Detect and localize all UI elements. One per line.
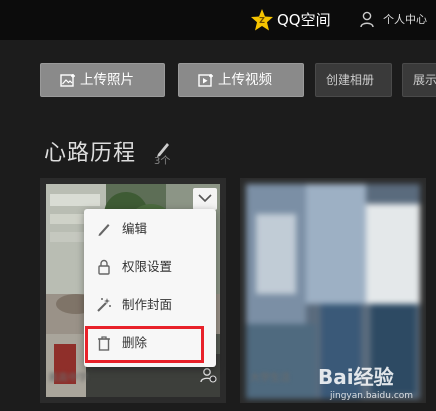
- show-label: 展示: [413, 73, 436, 87]
- menu-item-label: 权限设置: [122, 259, 173, 274]
- create-album-button[interactable]: 创建相册: [315, 63, 392, 97]
- upload-photo-button[interactable]: 上传照片: [40, 63, 165, 97]
- lock-icon: [98, 259, 110, 275]
- watermark-brand: Bai经验: [318, 365, 394, 389]
- privacy-user-icon: [200, 368, 217, 383]
- album-name: 大学生活: [250, 373, 290, 384]
- upload-video-button[interactable]: 上传视频: [178, 63, 304, 97]
- photo-upload-icon: [60, 74, 75, 87]
- menu-item-permissions[interactable]: 权限设置: [84, 249, 216, 285]
- menu-item-edit[interactable]: 编辑: [84, 211, 216, 247]
- video-upload-icon: [198, 74, 213, 87]
- qzone-star-icon[interactable]: Z: [250, 8, 274, 32]
- watermark-url: jingyan.baidu.com: [330, 391, 414, 401]
- delete-highlight-box: [85, 326, 204, 363]
- pencil-icon: [98, 224, 110, 236]
- chevron-down-icon: [198, 194, 212, 203]
- menu-item-label: 制作封面: [122, 297, 173, 312]
- app-title[interactable]: QQ空间: [277, 10, 331, 30]
- create-album-label: 创建相册: [326, 73, 375, 87]
- album-name: 素高中学: [48, 373, 88, 384]
- svg-text:Z: Z: [259, 16, 265, 25]
- section-title: 心路历程: [44, 141, 137, 166]
- top-bar: Z QQ空间 个人中心: [0, 0, 436, 40]
- upload-video-label: 上传视频: [218, 72, 272, 88]
- album-options-dropdown[interactable]: [193, 188, 217, 210]
- menu-item-label: 编辑: [122, 221, 148, 236]
- magic-wand-icon: [97, 298, 111, 312]
- user-icon[interactable]: [359, 11, 375, 28]
- show-button[interactable]: 展示: [402, 63, 436, 97]
- edit-title-icon[interactable]: [155, 140, 170, 157]
- user-center-link[interactable]: 个人中心: [383, 12, 427, 28]
- album-count: 3个: [154, 156, 171, 167]
- menu-item-make-cover[interactable]: 制作封面: [84, 287, 216, 323]
- upload-photo-label: 上传照片: [80, 72, 134, 88]
